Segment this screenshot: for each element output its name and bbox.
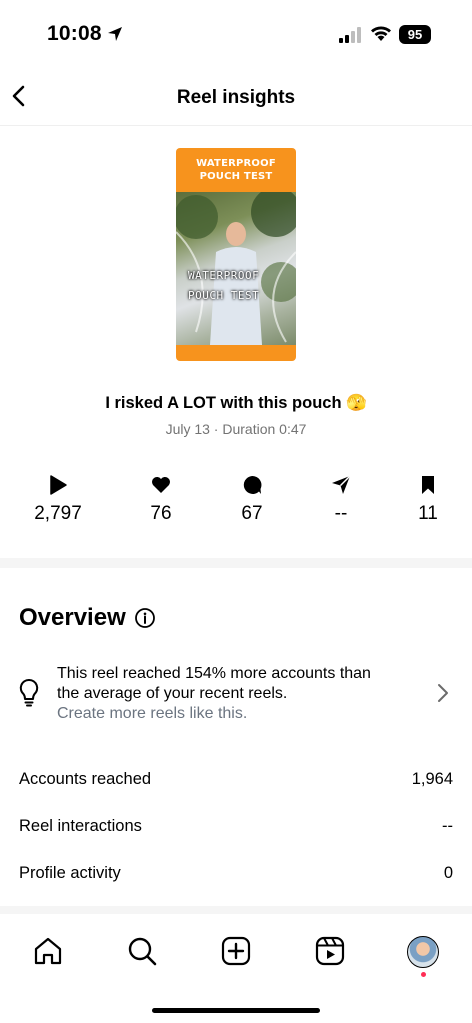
page-title: Reel insights <box>176 87 296 108</box>
tip-text: This reel reached 154% more accounts tha… <box>57 664 371 724</box>
cellular-signal-icon <box>339 27 361 43</box>
battery-indicator: 95 <box>399 25 431 44</box>
chevron-right-icon <box>438 684 448 702</box>
tip-line-2: the average of your recent reels. <box>57 685 288 702</box>
reel-title: I risked A LOT with this pouch 🫣 <box>105 394 367 412</box>
play-icon <box>50 475 67 495</box>
tip-link[interactable]: Create more reels like this. <box>57 704 371 724</box>
section-divider <box>0 906 472 914</box>
stat-shares: -- <box>301 474 381 525</box>
home-indicator <box>152 1008 320 1013</box>
tab-home[interactable] <box>31 934 65 968</box>
metric-accounts-reached[interactable]: Accounts reached 1,964 <box>0 766 472 796</box>
metric-value: 0 <box>443 864 453 882</box>
heart-icon <box>152 477 170 493</box>
tab-search[interactable] <box>125 934 159 968</box>
search-icon <box>128 937 157 966</box>
reels-icon <box>315 936 345 966</box>
metric-label: Reel interactions <box>19 817 142 835</box>
overview-heading: Overview <box>19 604 126 631</box>
reel-meta: July 13 · Duration 0:47 <box>165 421 307 437</box>
tip-line-1: This reel reached 154% more accounts tha… <box>57 665 371 682</box>
create-icon <box>221 936 251 966</box>
thumbnail-overlay-text: WATERPROOF POUCH TEST <box>188 269 260 302</box>
stat-comments: 67 <box>212 474 292 525</box>
section-divider <box>0 558 472 568</box>
home-icon <box>34 937 62 965</box>
insight-tip[interactable]: This reel reached 154% more accounts tha… <box>0 660 472 728</box>
metric-reel-interactions[interactable]: Reel interactions -- <box>0 813 472 843</box>
reel-thumbnail[interactable]: WATERPROOF POUCH TEST WATERPROOF POUCH TES… <box>176 148 296 361</box>
stat-plays: 2,797 <box>18 474 98 525</box>
info-icon[interactable] <box>134 607 156 629</box>
stat-value: 76 <box>150 503 172 524</box>
share-icon <box>332 475 351 494</box>
comment-icon <box>243 475 262 494</box>
stat-saves: 11 <box>388 474 468 525</box>
status-time: 10:08 <box>47 22 102 45</box>
wifi-icon <box>371 26 391 41</box>
lightbulb-icon <box>19 678 39 707</box>
metric-label: Accounts reached <box>19 770 152 788</box>
bookmark-icon <box>422 476 434 494</box>
metric-value: -- <box>442 817 453 835</box>
header: Reel insights <box>0 70 472 126</box>
metric-label: Profile activity <box>19 864 121 882</box>
notification-dot <box>421 972 426 977</box>
stat-value: 11 <box>418 503 438 524</box>
location-arrow-icon <box>108 27 122 41</box>
engagement-stats: 2,797 76 67 -- 11 <box>0 474 472 534</box>
status-bar: 10:08 95 <box>0 0 472 70</box>
tab-reels[interactable] <box>313 934 347 968</box>
stat-value: -- <box>334 503 348 524</box>
tab-profile-avatar[interactable] <box>407 936 439 968</box>
stat-value: 2,797 <box>34 503 82 524</box>
metric-profile-activity[interactable]: Profile activity 0 <box>0 860 472 890</box>
stat-value: 67 <box>241 503 263 524</box>
metric-value: 1,964 <box>411 770 453 788</box>
tab-create[interactable] <box>219 934 253 968</box>
stat-likes: 76 <box>121 474 201 525</box>
bottom-tab-bar <box>0 914 472 1023</box>
thumbnail-banner-text: WATERPROOF POUCH TEST <box>196 158 276 182</box>
